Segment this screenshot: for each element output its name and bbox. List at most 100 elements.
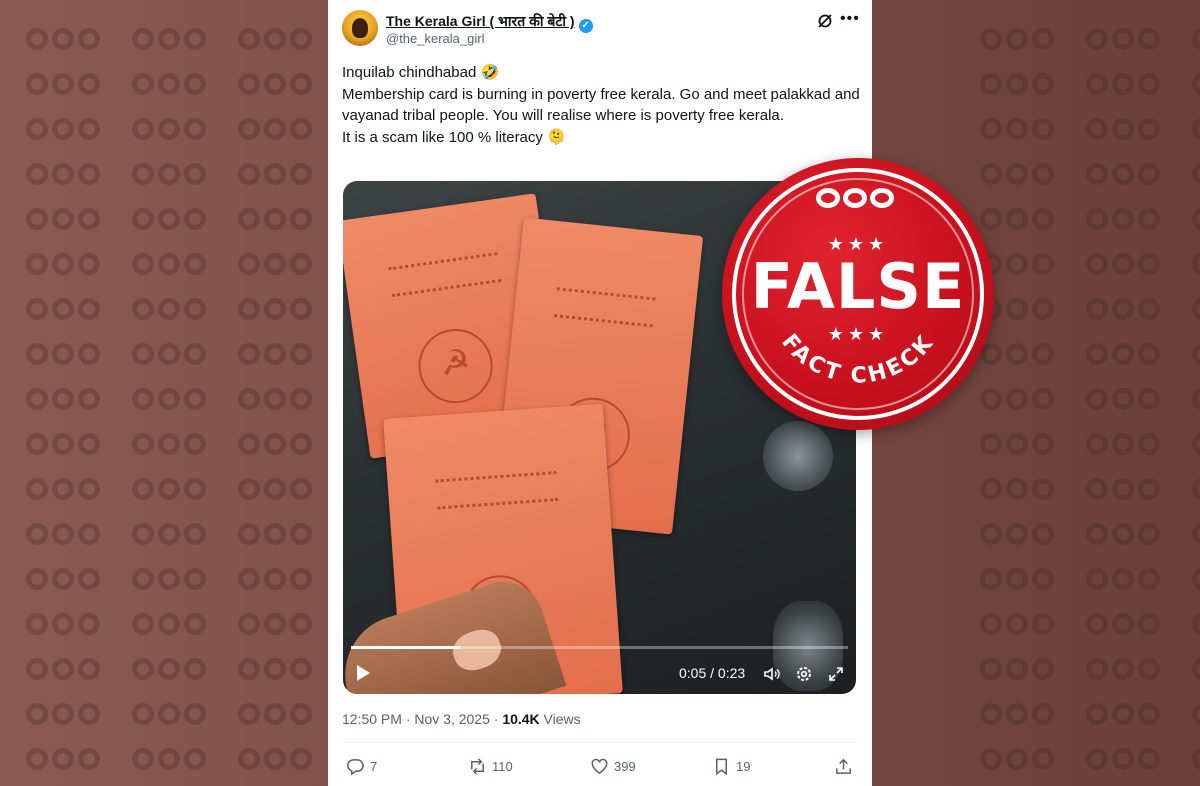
background-logo [1192, 564, 1200, 594]
background-logo [238, 339, 316, 369]
background-logo [238, 609, 316, 639]
author-handle[interactable]: @the_kerala_girl [386, 31, 484, 46]
background-logo [1192, 159, 1200, 189]
background-logo [132, 24, 210, 54]
background-logo [1086, 429, 1164, 459]
background-logo [1086, 69, 1164, 99]
background-logo [1192, 339, 1200, 369]
background-logo [26, 69, 104, 99]
background-logo [238, 204, 316, 234]
background-logo [1192, 519, 1200, 549]
reply-icon [347, 758, 364, 776]
settings-gear-icon[interactable] [795, 665, 813, 683]
background-logo [980, 429, 1058, 459]
background-logo [26, 114, 104, 144]
background-logo [1192, 654, 1200, 684]
views-count: 10.4K [502, 711, 540, 727]
volume-icon[interactable] [763, 665, 781, 683]
like-button[interactable]: 399 [590, 756, 636, 776]
background-logo [1086, 654, 1164, 684]
background-logo [980, 69, 1058, 99]
background-logo [980, 744, 1058, 774]
background-logo [26, 519, 104, 549]
background-logo [238, 429, 316, 459]
background-logo [26, 294, 104, 324]
background-logo [26, 159, 104, 189]
background-logo [238, 114, 316, 144]
repost-count: 110 [492, 758, 513, 774]
video-time: 0:05 / 0:23 [679, 665, 746, 681]
background-logo [26, 384, 104, 414]
background-logo [1192, 474, 1200, 504]
background-logo [132, 384, 210, 414]
more-icon[interactable]: ••• [840, 10, 860, 28]
false-fact-check-stamp: ★★★ FALSE ★★★ FACT CHECK [722, 158, 994, 430]
video-frame-object [763, 421, 833, 491]
background-logo [980, 609, 1058, 639]
background-logo [238, 249, 316, 279]
background-logo [1086, 204, 1164, 234]
background-logo [26, 249, 104, 279]
background-logo [1086, 339, 1164, 369]
background-logo [238, 384, 316, 414]
background-logo [1192, 384, 1200, 414]
background-logo [132, 429, 210, 459]
background-logo [132, 744, 210, 774]
background-logo [132, 519, 210, 549]
background-logo [1192, 114, 1200, 144]
reply-button[interactable]: 7 [346, 756, 377, 776]
reply-count: 7 [370, 758, 378, 774]
background-logo [1086, 249, 1164, 279]
play-icon[interactable] [357, 665, 370, 681]
fullscreen-icon[interactable] [827, 665, 845, 683]
share-icon [836, 758, 851, 774]
background-logo [26, 609, 104, 639]
background-logo [238, 474, 316, 504]
background-logo [132, 249, 210, 279]
video-progress-bar[interactable] [351, 646, 848, 649]
background-logo [1086, 519, 1164, 549]
background-logo [238, 654, 316, 684]
grok-icon[interactable] [816, 12, 834, 30]
author-name[interactable]: The Kerala Girl ( भारत की बेटी ) ✓ [386, 12, 593, 33]
background-logo [1086, 294, 1164, 324]
bookmark-count: 19 [736, 758, 751, 774]
background-logo [26, 654, 104, 684]
background-logo [238, 564, 316, 594]
bookmark-icon [715, 758, 728, 775]
bookmark-button[interactable]: 19 [712, 756, 750, 776]
background-logo [132, 159, 210, 189]
repost-button[interactable]: 110 [468, 756, 513, 776]
background-logo [1192, 294, 1200, 324]
background-logo [1086, 609, 1164, 639]
share-button[interactable] [834, 756, 853, 776]
background-logo [238, 159, 316, 189]
post-text-line: Inquilab chindhabad 🤣 [342, 64, 500, 81]
background-logo [26, 204, 104, 234]
post-text-line: Membership card is burning in poverty fr… [342, 85, 860, 125]
background-logo [980, 654, 1058, 684]
background-logo [132, 609, 210, 639]
background-logo [980, 564, 1058, 594]
background-logo [980, 699, 1058, 729]
background-logo [26, 24, 104, 54]
background-logo [26, 744, 104, 774]
background-logo [26, 339, 104, 369]
background-logo [1192, 249, 1200, 279]
background-logo [132, 114, 210, 144]
background-logo [1086, 474, 1164, 504]
divider [342, 742, 858, 743]
background-logo [132, 204, 210, 234]
like-icon [591, 758, 608, 774]
background-logo [1086, 114, 1164, 144]
like-count: 399 [614, 758, 636, 774]
verified-badge-icon: ✓ [578, 19, 593, 33]
background-logo [1192, 609, 1200, 639]
background-logo [1086, 699, 1164, 729]
background-logo [1086, 384, 1164, 414]
background-logo [132, 339, 210, 369]
background-logo [238, 69, 316, 99]
avatar[interactable] [342, 10, 378, 46]
post-timestamp[interactable]: 12:50 PM · Nov 3, 2025 · [342, 711, 502, 727]
background-logo [1086, 159, 1164, 189]
